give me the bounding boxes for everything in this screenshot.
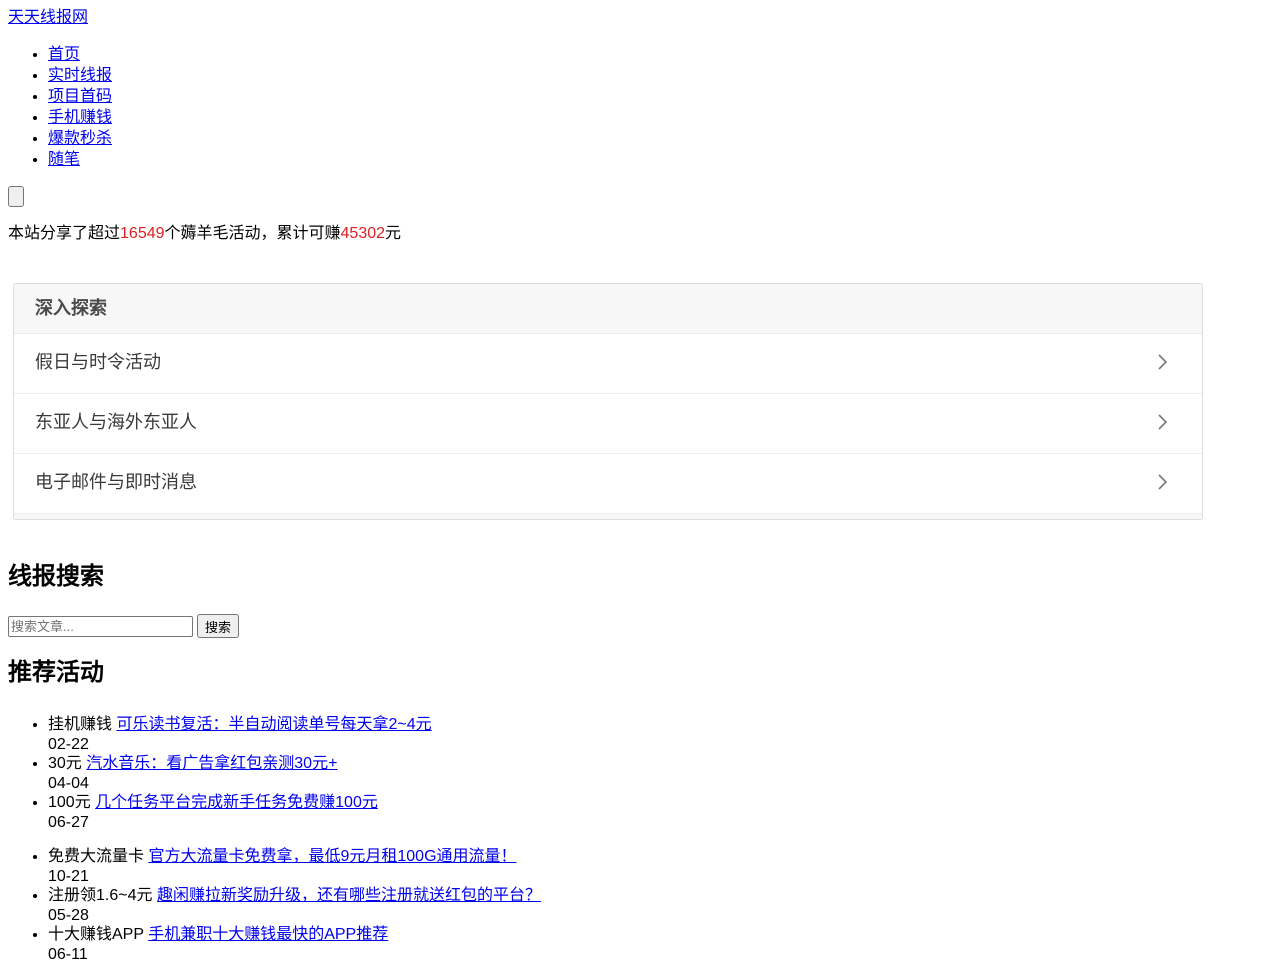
item-title-link[interactable]: 汽水音乐：看广告拿红包亲测30元+ xyxy=(86,755,337,772)
nav-item-mobile: 手机赚钱 xyxy=(48,107,1272,128)
item-tag: 注册领1.6~4元 xyxy=(48,887,153,904)
page: 天天线报网 首页 实时线报 项目首码 手机赚钱 爆款秒杀 随笔 本站分享了超过1… xyxy=(0,7,1280,244)
item-date: 06-27 xyxy=(48,814,89,831)
explore-item-email-messaging[interactable]: 电子邮件与即时消息 xyxy=(14,454,1202,514)
nav-link-realtime[interactable]: 实时线报 xyxy=(48,67,112,84)
stats-suffix: 元 xyxy=(385,225,402,242)
recommended-list: 免费大流量卡 官方大流量卡免费拿，最低9元月租100G通用流量！ 10-21 注… xyxy=(8,847,1208,964)
item-title-link[interactable]: 可乐读书复活：半自动阅读单号每天拿2~4元 xyxy=(116,716,431,733)
menu-toggle-button[interactable] xyxy=(8,186,24,207)
item-title-link[interactable]: 官方大流量卡免费拿，最低9元月租100G通用流量！ xyxy=(148,848,516,865)
search-heading: 线报搜索 xyxy=(8,563,104,590)
search-form: 搜索 xyxy=(8,614,240,638)
recommended-heading: 推荐活动 xyxy=(8,659,104,686)
list-item: 注册领1.6~4元 趣闲赚拉新奖励升级，还有哪些注册就送红包的平台？ 05-28 xyxy=(48,886,1208,925)
search-button[interactable]: 搜索 xyxy=(197,614,240,638)
chevron-right-icon xyxy=(1158,354,1168,370)
site-title-link[interactable]: 天天线报网 xyxy=(8,7,1272,28)
explore-panel: 深入探索 假日与时令活动 东亚人与海外东亚人 电子邮件与即时消息 xyxy=(13,283,1203,520)
nav-item-flash-sale: 爆款秒杀 xyxy=(48,128,1272,149)
explore-item-label: 假日与时令活动 xyxy=(35,352,161,373)
item-date: 02-22 xyxy=(48,736,89,753)
list-item: 挂机赚钱 可乐读书复活：半自动阅读单号每天拿2~4元 02-22 xyxy=(48,715,1208,754)
item-date: 10-21 xyxy=(48,868,89,885)
main-nav: 首页 实时线报 项目首码 手机赚钱 爆款秒杀 随笔 xyxy=(8,44,1272,170)
nav-item-essays: 随笔 xyxy=(48,149,1272,170)
chevron-right-icon xyxy=(1158,414,1168,430)
recommended-section: 推荐活动 挂机赚钱 可乐读书复活：半自动阅读单号每天拿2~4元 02-22 30… xyxy=(8,656,1208,964)
item-tag: 挂机赚钱 xyxy=(48,716,113,733)
chevron-right-icon xyxy=(1158,474,1168,490)
explore-item-label: 电子邮件与即时消息 xyxy=(35,472,197,493)
stats-total-amount: 45302 xyxy=(340,225,386,242)
item-date: 04-04 xyxy=(48,775,89,792)
item-date: 05-28 xyxy=(48,907,89,924)
search-input[interactable] xyxy=(8,615,193,637)
explore-footer xyxy=(14,514,1202,519)
item-tag: 免费大流量卡 xyxy=(48,848,145,865)
search-section: 线报搜索 搜索 xyxy=(8,560,240,638)
item-title-link[interactable]: 趣闲赚拉新奖励升级，还有哪些注册就送红包的平台？ xyxy=(157,887,541,904)
stats-prefix: 本站分享了超过 xyxy=(8,225,121,242)
stats-activity-count: 16549 xyxy=(120,225,165,242)
explore-item-east-asians[interactable]: 东亚人与海外东亚人 xyxy=(14,394,1202,454)
item-tag: 30元 xyxy=(48,755,82,772)
explore-item-holidays[interactable]: 假日与时令活动 xyxy=(14,334,1202,394)
recommended-list: 挂机赚钱 可乐读书复活：半自动阅读单号每天拿2~4元 02-22 30元 汽水音… xyxy=(8,715,1208,832)
list-item: 100元 几个任务平台完成新手任务免费赚100元 06-27 xyxy=(48,793,1208,832)
explore-heading: 深入探索 xyxy=(14,284,1202,334)
list-item: 30元 汽水音乐：看广告拿红包亲测30元+ 04-04 xyxy=(48,754,1208,793)
item-date: 06-11 xyxy=(48,946,88,963)
nav-item-realtime: 实时线报 xyxy=(48,65,1272,86)
item-title-link[interactable]: 几个任务平台完成新手任务免费赚100元 xyxy=(95,794,378,811)
explore-item-label: 东亚人与海外东亚人 xyxy=(35,412,197,433)
list-item: 十大赚钱APP 手机兼职十大赚钱最快的APP推荐 06-11 xyxy=(48,925,1208,964)
nav-link-mobile[interactable]: 手机赚钱 xyxy=(48,109,112,126)
nav-link-home[interactable]: 首页 xyxy=(48,46,80,63)
item-tag: 十大赚钱APP xyxy=(48,926,144,943)
list-item: 免费大流量卡 官方大流量卡免费拿，最低9元月租100G通用流量！ 10-21 xyxy=(48,847,1208,886)
nav-item-home: 首页 xyxy=(48,44,1272,65)
nav-link-projects[interactable]: 项目首码 xyxy=(48,88,112,105)
item-title-link[interactable]: 手机兼职十大赚钱最快的APP推荐 xyxy=(148,926,388,943)
nav-item-projects: 项目首码 xyxy=(48,86,1272,107)
item-tag: 100元 xyxy=(48,794,91,811)
nav-link-flash-sale[interactable]: 爆款秒杀 xyxy=(48,130,112,147)
site-stats: 本站分享了超过16549个薅羊毛活动，累计可赚45302元 xyxy=(8,223,1272,244)
stats-middle: 个薅羊毛活动，累计可赚 xyxy=(164,225,341,242)
nav-link-essays[interactable]: 随笔 xyxy=(48,151,80,168)
